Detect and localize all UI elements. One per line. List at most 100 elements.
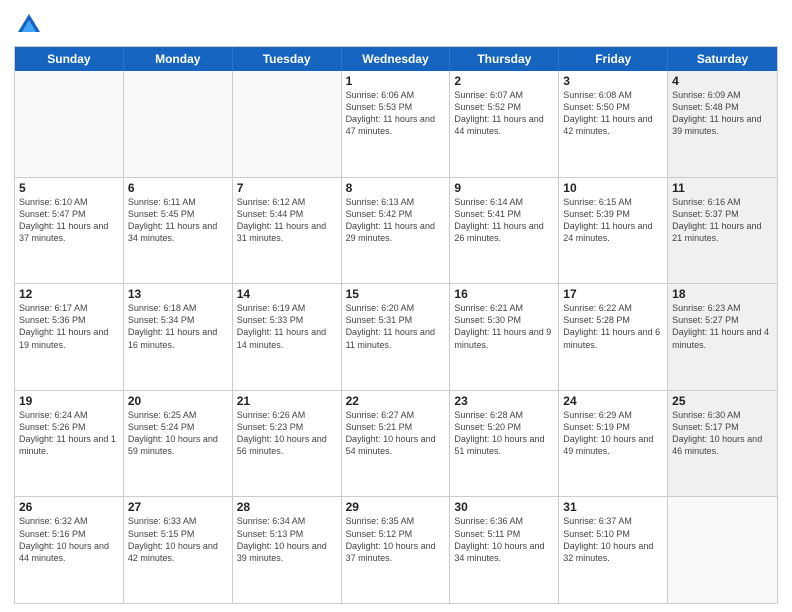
page: SundayMondayTuesdayWednesdayThursdayFrid… xyxy=(0,0,792,612)
day-info: Sunrise: 6:08 AM Sunset: 5:50 PM Dayligh… xyxy=(563,89,663,138)
day-info: Sunrise: 6:25 AM Sunset: 5:24 PM Dayligh… xyxy=(128,409,228,458)
day-cell-9: 9Sunrise: 6:14 AM Sunset: 5:41 PM Daylig… xyxy=(450,178,559,284)
day-number: 4 xyxy=(672,74,773,88)
day-number: 5 xyxy=(19,181,119,195)
day-number: 9 xyxy=(454,181,554,195)
day-info: Sunrise: 6:12 AM Sunset: 5:44 PM Dayligh… xyxy=(237,196,337,245)
day-info: Sunrise: 6:15 AM Sunset: 5:39 PM Dayligh… xyxy=(563,196,663,245)
day-number: 14 xyxy=(237,287,337,301)
day-cell-23: 23Sunrise: 6:28 AM Sunset: 5:20 PM Dayli… xyxy=(450,391,559,497)
day-info: Sunrise: 6:33 AM Sunset: 5:15 PM Dayligh… xyxy=(128,515,228,564)
day-info: Sunrise: 6:10 AM Sunset: 5:47 PM Dayligh… xyxy=(19,196,119,245)
day-cell-12: 12Sunrise: 6:17 AM Sunset: 5:36 PM Dayli… xyxy=(15,284,124,390)
day-info: Sunrise: 6:19 AM Sunset: 5:33 PM Dayligh… xyxy=(237,302,337,351)
day-info: Sunrise: 6:16 AM Sunset: 5:37 PM Dayligh… xyxy=(672,196,773,245)
day-info: Sunrise: 6:13 AM Sunset: 5:42 PM Dayligh… xyxy=(346,196,446,245)
day-cell-3: 3Sunrise: 6:08 AM Sunset: 5:50 PM Daylig… xyxy=(559,71,668,177)
day-number: 20 xyxy=(128,394,228,408)
day-info: Sunrise: 6:14 AM Sunset: 5:41 PM Dayligh… xyxy=(454,196,554,245)
day-info: Sunrise: 6:34 AM Sunset: 5:13 PM Dayligh… xyxy=(237,515,337,564)
day-number: 6 xyxy=(128,181,228,195)
header-day-monday: Monday xyxy=(124,47,233,71)
week-row-4: 19Sunrise: 6:24 AM Sunset: 5:26 PM Dayli… xyxy=(15,390,777,497)
day-cell-30: 30Sunrise: 6:36 AM Sunset: 5:11 PM Dayli… xyxy=(450,497,559,603)
day-info: Sunrise: 6:20 AM Sunset: 5:31 PM Dayligh… xyxy=(346,302,446,351)
day-info: Sunrise: 6:18 AM Sunset: 5:34 PM Dayligh… xyxy=(128,302,228,351)
day-number: 11 xyxy=(672,181,773,195)
day-info: Sunrise: 6:26 AM Sunset: 5:23 PM Dayligh… xyxy=(237,409,337,458)
day-info: Sunrise: 6:35 AM Sunset: 5:12 PM Dayligh… xyxy=(346,515,446,564)
day-cell-13: 13Sunrise: 6:18 AM Sunset: 5:34 PM Dayli… xyxy=(124,284,233,390)
header-day-friday: Friday xyxy=(559,47,668,71)
day-number: 8 xyxy=(346,181,446,195)
day-info: Sunrise: 6:22 AM Sunset: 5:28 PM Dayligh… xyxy=(563,302,663,351)
day-number: 28 xyxy=(237,500,337,514)
day-number: 7 xyxy=(237,181,337,195)
day-info: Sunrise: 6:27 AM Sunset: 5:21 PM Dayligh… xyxy=(346,409,446,458)
day-number: 25 xyxy=(672,394,773,408)
day-cell-5: 5Sunrise: 6:10 AM Sunset: 5:47 PM Daylig… xyxy=(15,178,124,284)
day-number: 10 xyxy=(563,181,663,195)
day-info: Sunrise: 6:11 AM Sunset: 5:45 PM Dayligh… xyxy=(128,196,228,245)
header-day-sunday: Sunday xyxy=(15,47,124,71)
day-info: Sunrise: 6:23 AM Sunset: 5:27 PM Dayligh… xyxy=(672,302,773,351)
day-cell-20: 20Sunrise: 6:25 AM Sunset: 5:24 PM Dayli… xyxy=(124,391,233,497)
day-cell-18: 18Sunrise: 6:23 AM Sunset: 5:27 PM Dayli… xyxy=(668,284,777,390)
week-row-2: 5Sunrise: 6:10 AM Sunset: 5:47 PM Daylig… xyxy=(15,177,777,284)
day-cell-27: 27Sunrise: 6:33 AM Sunset: 5:15 PM Dayli… xyxy=(124,497,233,603)
day-cell-1: 1Sunrise: 6:06 AM Sunset: 5:53 PM Daylig… xyxy=(342,71,451,177)
day-cell-6: 6Sunrise: 6:11 AM Sunset: 5:45 PM Daylig… xyxy=(124,178,233,284)
day-info: Sunrise: 6:24 AM Sunset: 5:26 PM Dayligh… xyxy=(19,409,119,458)
day-info: Sunrise: 6:37 AM Sunset: 5:10 PM Dayligh… xyxy=(563,515,663,564)
day-cell-2: 2Sunrise: 6:07 AM Sunset: 5:52 PM Daylig… xyxy=(450,71,559,177)
day-info: Sunrise: 6:21 AM Sunset: 5:30 PM Dayligh… xyxy=(454,302,554,351)
calendar: SundayMondayTuesdayWednesdayThursdayFrid… xyxy=(14,46,778,604)
day-cell-14: 14Sunrise: 6:19 AM Sunset: 5:33 PM Dayli… xyxy=(233,284,342,390)
day-number: 21 xyxy=(237,394,337,408)
day-number: 22 xyxy=(346,394,446,408)
day-cell-21: 21Sunrise: 6:26 AM Sunset: 5:23 PM Dayli… xyxy=(233,391,342,497)
day-number: 3 xyxy=(563,74,663,88)
day-number: 15 xyxy=(346,287,446,301)
header-day-thursday: Thursday xyxy=(450,47,559,71)
week-row-5: 26Sunrise: 6:32 AM Sunset: 5:16 PM Dayli… xyxy=(15,496,777,603)
calendar-header: SundayMondayTuesdayWednesdayThursdayFrid… xyxy=(15,47,777,71)
day-number: 17 xyxy=(563,287,663,301)
day-number: 27 xyxy=(128,500,228,514)
day-number: 31 xyxy=(563,500,663,514)
logo-icon xyxy=(14,10,44,40)
day-cell-17: 17Sunrise: 6:22 AM Sunset: 5:28 PM Dayli… xyxy=(559,284,668,390)
logo xyxy=(14,10,48,40)
day-cell-empty-4-6 xyxy=(668,497,777,603)
day-number: 16 xyxy=(454,287,554,301)
day-info: Sunrise: 6:28 AM Sunset: 5:20 PM Dayligh… xyxy=(454,409,554,458)
day-info: Sunrise: 6:32 AM Sunset: 5:16 PM Dayligh… xyxy=(19,515,119,564)
header-day-wednesday: Wednesday xyxy=(342,47,451,71)
day-cell-28: 28Sunrise: 6:34 AM Sunset: 5:13 PM Dayli… xyxy=(233,497,342,603)
day-number: 29 xyxy=(346,500,446,514)
day-info: Sunrise: 6:07 AM Sunset: 5:52 PM Dayligh… xyxy=(454,89,554,138)
day-cell-22: 22Sunrise: 6:27 AM Sunset: 5:21 PM Dayli… xyxy=(342,391,451,497)
day-info: Sunrise: 6:29 AM Sunset: 5:19 PM Dayligh… xyxy=(563,409,663,458)
day-number: 18 xyxy=(672,287,773,301)
day-cell-10: 10Sunrise: 6:15 AM Sunset: 5:39 PM Dayli… xyxy=(559,178,668,284)
day-number: 23 xyxy=(454,394,554,408)
day-number: 13 xyxy=(128,287,228,301)
day-cell-19: 19Sunrise: 6:24 AM Sunset: 5:26 PM Dayli… xyxy=(15,391,124,497)
day-cell-16: 16Sunrise: 6:21 AM Sunset: 5:30 PM Dayli… xyxy=(450,284,559,390)
day-cell-15: 15Sunrise: 6:20 AM Sunset: 5:31 PM Dayli… xyxy=(342,284,451,390)
week-row-3: 12Sunrise: 6:17 AM Sunset: 5:36 PM Dayli… xyxy=(15,283,777,390)
day-number: 1 xyxy=(346,74,446,88)
day-number: 19 xyxy=(19,394,119,408)
day-info: Sunrise: 6:17 AM Sunset: 5:36 PM Dayligh… xyxy=(19,302,119,351)
day-cell-8: 8Sunrise: 6:13 AM Sunset: 5:42 PM Daylig… xyxy=(342,178,451,284)
day-cell-24: 24Sunrise: 6:29 AM Sunset: 5:19 PM Dayli… xyxy=(559,391,668,497)
day-info: Sunrise: 6:36 AM Sunset: 5:11 PM Dayligh… xyxy=(454,515,554,564)
calendar-body: 1Sunrise: 6:06 AM Sunset: 5:53 PM Daylig… xyxy=(15,71,777,603)
day-cell-empty-0-2 xyxy=(233,71,342,177)
header-day-saturday: Saturday xyxy=(668,47,777,71)
day-cell-7: 7Sunrise: 6:12 AM Sunset: 5:44 PM Daylig… xyxy=(233,178,342,284)
day-number: 12 xyxy=(19,287,119,301)
day-info: Sunrise: 6:09 AM Sunset: 5:48 PM Dayligh… xyxy=(672,89,773,138)
day-number: 2 xyxy=(454,74,554,88)
